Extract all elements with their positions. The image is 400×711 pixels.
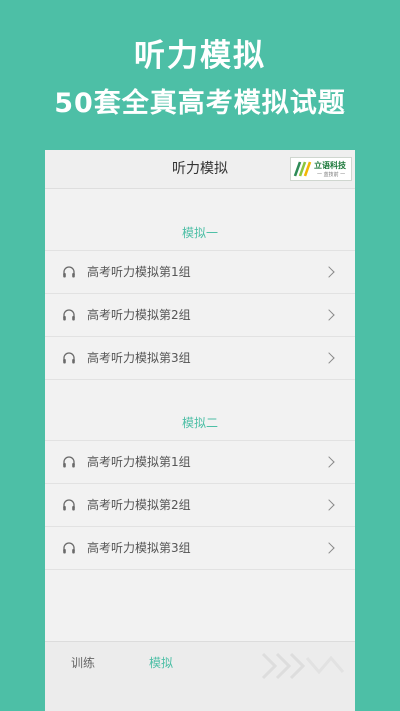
tab-training[interactable]: 训练 [71,654,95,671]
list-item-label: 高考听力模拟第3组 [87,351,191,365]
chevron-right-icon [323,456,335,468]
list-item-label: 高考听力模拟第1组 [87,455,191,469]
list-item[interactable]: 高考听力模拟第2组 [45,294,355,337]
app-screen: 听力模拟 立语科技 一 蓝技前 一 模拟一 高考听力模拟第1组 高考听力模拟第2… [45,150,355,711]
brand-name: 立语科技 [314,160,346,170]
headphones-icon [63,266,75,278]
app-header: 听力模拟 立语科技 一 蓝技前 一 [45,150,355,189]
list-item[interactable]: 高考听力模拟第1组 [45,441,355,484]
hero-title: 听力模拟 [134,38,266,74]
headphones-icon [63,456,75,468]
chevron-right-icon [323,542,335,554]
list-item[interactable]: 高考听力模拟第2组 [45,484,355,527]
headphones-icon [63,542,75,554]
list-item[interactable]: 高考听力模拟第1组 [45,251,355,294]
list-item-label: 高考听力模拟第1组 [87,265,191,279]
tab-simulation[interactable]: 模拟 [149,654,173,671]
headphones-icon [63,352,75,364]
chevron-right-icon [323,499,335,511]
section-title-2: 模拟二 [181,416,218,430]
list-item[interactable]: 高考听力模拟第3组 [45,527,355,570]
section-list-2: 高考听力模拟第1组 高考听力模拟第2组 高考听力模拟第3组 [45,440,355,570]
hero-subtitle: 50套全真高考模拟试题 [54,88,346,119]
watermark-logo [261,652,345,680]
brand-logo: 立语科技 一 蓝技前 一 [290,157,352,181]
brand-tagline: 一 蓝技前 一 [317,172,346,178]
list-item[interactable]: 高考听力模拟第3组 [45,337,355,380]
brand-stripes-icon [293,161,312,177]
chevron-right-icon [323,309,335,321]
list-item-label: 高考听力模拟第3组 [87,541,191,555]
section-title-1: 模拟一 [181,226,218,240]
list-item-label: 高考听力模拟第2组 [87,498,191,512]
section-list-1: 高考听力模拟第1组 高考听力模拟第2组 高考听力模拟第3组 [45,250,355,380]
headphones-icon [63,499,75,511]
headphones-icon [63,309,75,321]
chevron-right-icon [323,352,335,364]
list-item-label: 高考听力模拟第2组 [87,308,191,322]
chevron-right-icon [323,266,335,278]
